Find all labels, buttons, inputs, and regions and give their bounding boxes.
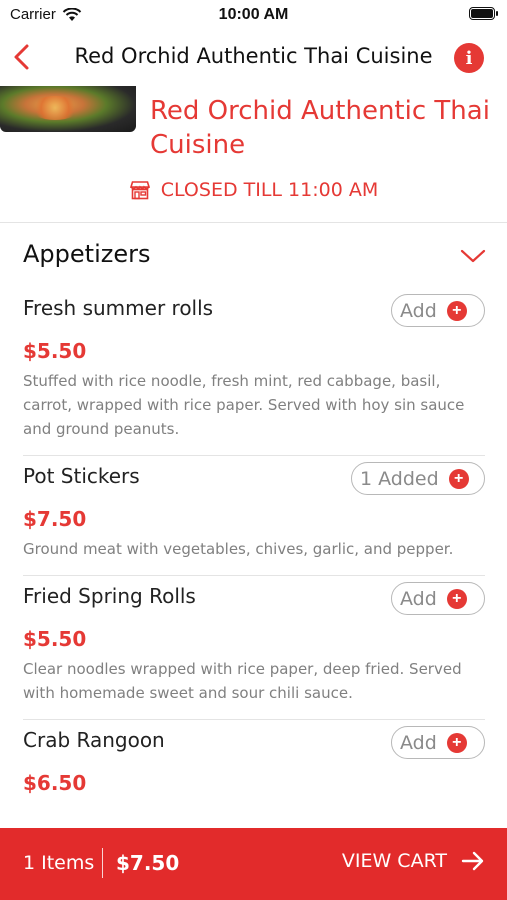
status-label: CLOSED TILL 11:00 AM <box>160 179 379 201</box>
plus-icon: + <box>446 588 467 609</box>
add-button-label: Add <box>400 299 437 322</box>
restaurant-header: Red Orchid Authentic Thai Cuisine CLOSED… <box>0 86 507 223</box>
cart-item-count: 1 Items <box>23 852 95 874</box>
menu-item[interactable]: Pot Stickers 1 Added + $7.50 Ground meat… <box>23 456 485 576</box>
item-description: Clear noodles wrapped with rice paper, d… <box>23 660 462 702</box>
cart-total: $7.50 <box>116 851 180 875</box>
add-button-label: 1 Added <box>360 467 439 490</box>
menu-item[interactable]: Crab Rangoon Add + $6.50 <box>23 720 485 809</box>
item-description: Ground meat with vegetables, chives, gar… <box>23 540 454 558</box>
item-price: $5.50 <box>23 339 87 363</box>
section-header[interactable]: Appetizers <box>23 240 486 276</box>
plus-icon: + <box>448 468 469 489</box>
plus-icon: + <box>446 732 467 753</box>
add-button[interactable]: Add + <box>391 582 485 615</box>
plus-icon: + <box>446 300 467 321</box>
menu-item[interactable]: Fresh summer rolls Add + $5.50 Stuffed w… <box>23 288 485 456</box>
info-icon[interactable]: i <box>454 43 484 73</box>
restaurant-image <box>0 86 136 132</box>
item-price: $6.50 <box>23 771 87 795</box>
chevron-down-icon[interactable] <box>460 248 486 264</box>
add-button[interactable]: Add + <box>391 294 485 327</box>
cart-bar[interactable]: 1 Items $7.50 VIEW CART <box>0 828 507 900</box>
add-button-label: Add <box>400 731 437 754</box>
item-description: Stuffed with rice noodle, fresh mint, re… <box>23 372 465 438</box>
add-button-label: Add <box>400 587 437 610</box>
restaurant-name: Red Orchid Authentic Thai Cuisine <box>150 96 490 160</box>
page-title: Red Orchid Authentic Thai Cuisine <box>74 44 433 68</box>
view-cart-button[interactable]: VIEW CART <box>342 850 485 872</box>
status-bar: Carrier 10:00 AM <box>0 0 507 30</box>
status-time: 10:00 AM <box>218 6 289 23</box>
added-button[interactable]: 1 Added + <box>351 462 485 495</box>
menu-list: Fresh summer rolls Add + $5.50 Stuffed w… <box>23 288 485 818</box>
store-icon <box>129 181 150 200</box>
menu-item[interactable]: Fried Spring Rolls Add + $5.50 Clear noo… <box>23 576 485 720</box>
section-title: Appetizers <box>23 240 151 268</box>
item-price: $7.50 <box>23 507 87 531</box>
item-price: $5.50 <box>23 627 87 651</box>
cart-divider <box>102 848 103 878</box>
battery-icon <box>469 7 498 20</box>
restaurant-status: CLOSED TILL 11:00 AM <box>0 179 507 201</box>
view-cart-label: VIEW CART <box>341 850 447 872</box>
add-button[interactable]: Add + <box>391 726 485 759</box>
arrow-right-icon <box>461 851 484 871</box>
navigation-bar: Red Orchid Authentic Thai Cuisine i <box>0 30 507 86</box>
